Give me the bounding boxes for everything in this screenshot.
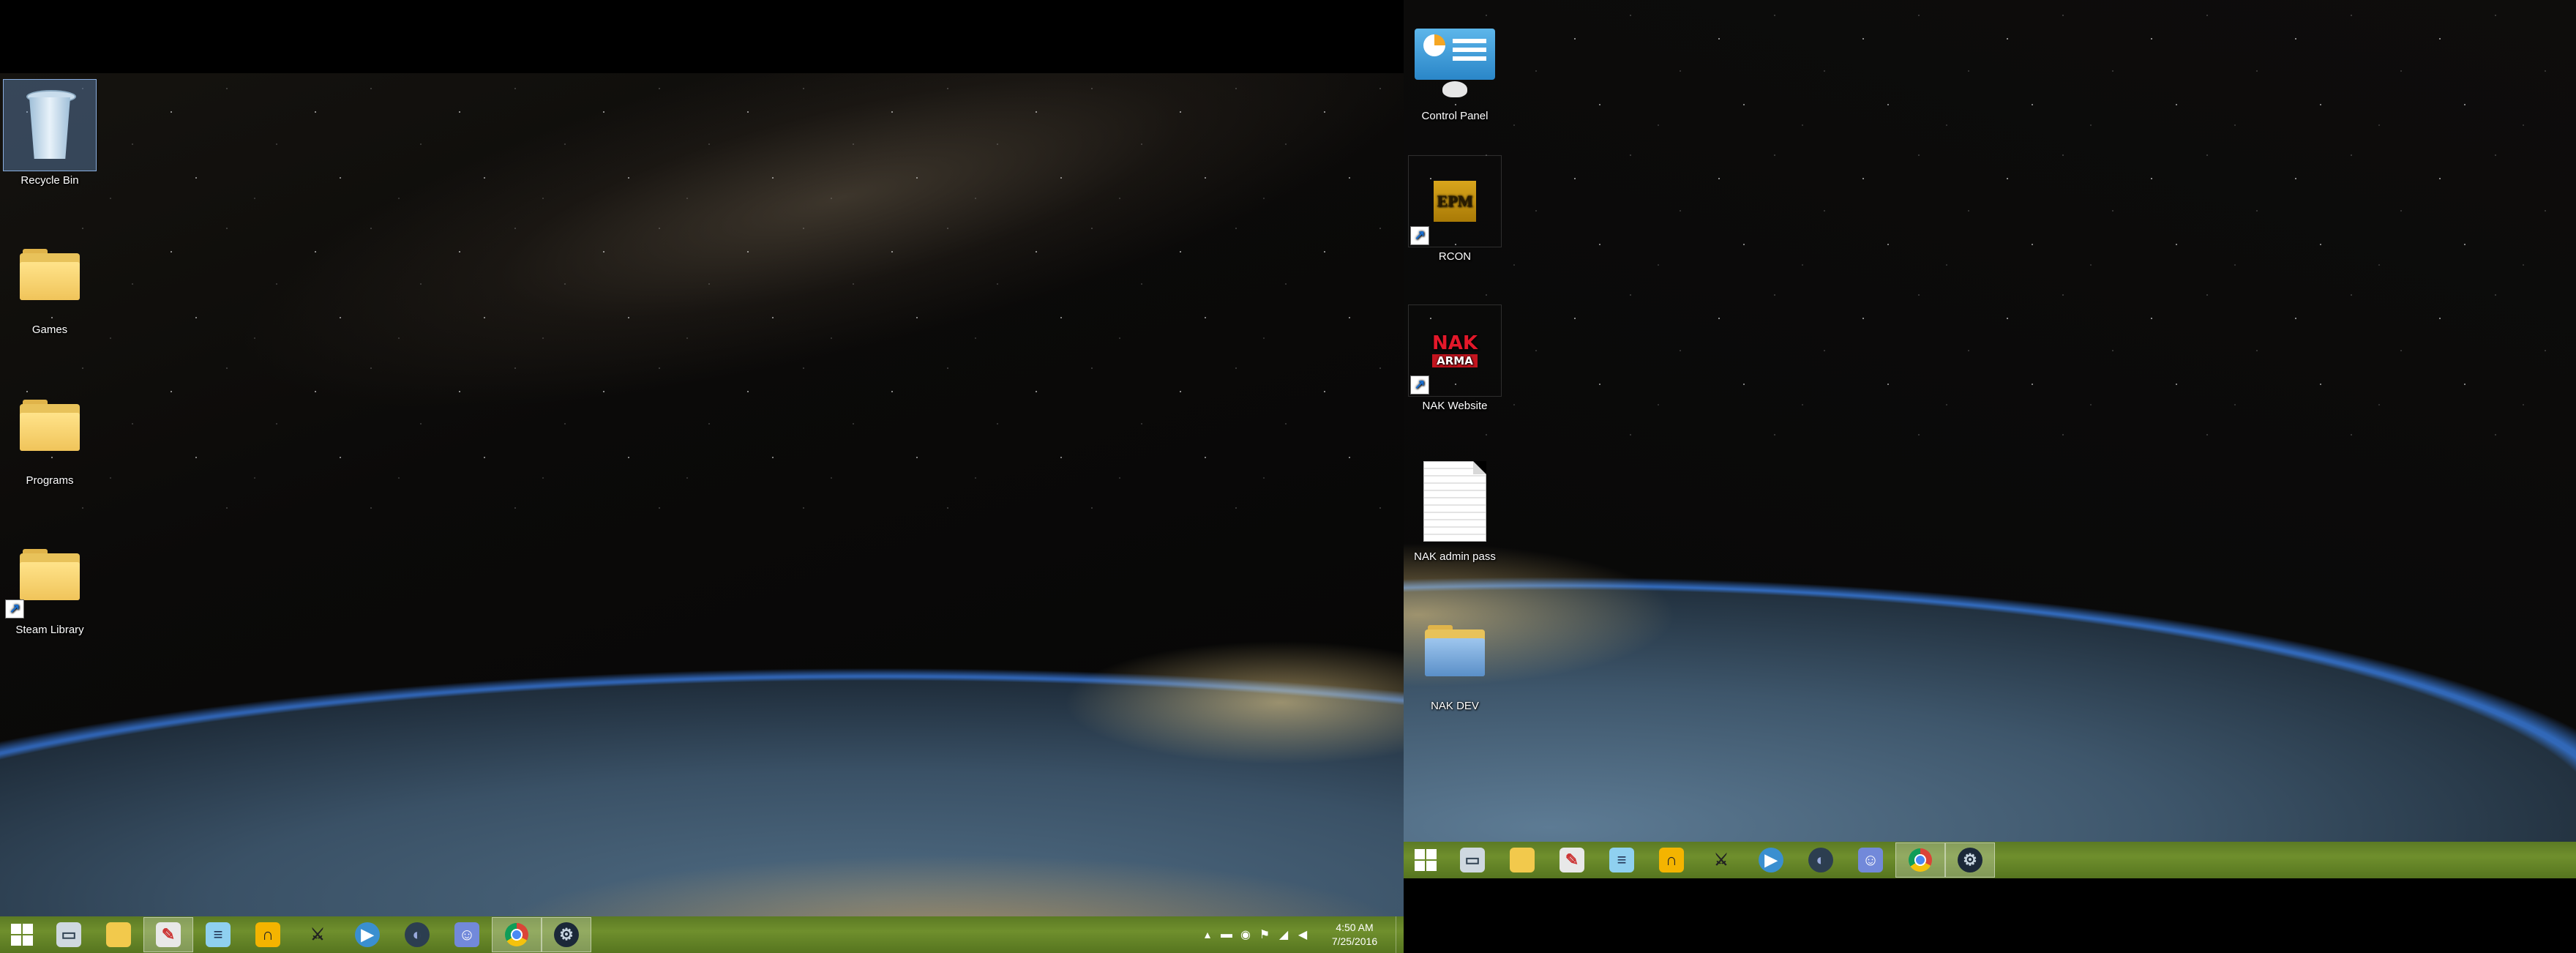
nak-dev-label: NAK DEV (1431, 700, 1479, 712)
taskbar-left: ▭ ✎ ≡ ∩ ⚔ ▶ ◐ ☺ ⚙ ▴ ▬ ◉ ⚑ ◢ ◀ 4:50 AM 7/… (0, 916, 1404, 953)
taskbar-chrome[interactable] (1895, 842, 1945, 878)
folder-icon (20, 249, 80, 300)
taskbar-steam[interactable]: ⚙ (542, 917, 591, 952)
starfield-wallpaper (1404, 0, 2576, 454)
taskbar-discord[interactable]: ☺ (1846, 842, 1895, 878)
nak-website-shortcut[interactable]: NAK ARMA ↗ NAK Website (1408, 304, 1502, 412)
programs-folder-label: Programs (26, 474, 74, 487)
discord-icon: ☺ (1858, 848, 1883, 872)
taskbar-app[interactable]: ◐ (1796, 842, 1846, 878)
taskbar-file-explorer[interactable] (94, 917, 143, 952)
taskbar-notepad[interactable]: ≡ (193, 917, 243, 952)
games-folder-label: Games (31, 324, 68, 336)
steam-icon: ⚙ (1958, 848, 1982, 872)
control-panel-icon (1415, 29, 1495, 99)
taskbar-this-pc[interactable]: ▭ (1448, 842, 1497, 878)
taskbar-steam[interactable]: ⚙ (1945, 842, 1995, 878)
starfield-wallpaper (0, 73, 1404, 527)
clock-time: 4:50 AM (1336, 922, 1374, 933)
paint-icon: ✎ (1560, 848, 1584, 872)
chrome-icon (1909, 848, 1932, 872)
taskbar-media-player[interactable]: ▶ (1746, 842, 1796, 878)
play-icon: ▶ (1759, 848, 1783, 872)
desktop-left-monitor[interactable] (0, 73, 1404, 953)
notepad-icon: ≡ (1609, 848, 1634, 872)
steam-icon: ⚙ (554, 922, 579, 947)
system-tray: ▴ ▬ ◉ ⚑ ◢ ◀ 4:50 AM 7/25/2016 (1198, 916, 1404, 953)
computer-icon: ▭ (1460, 848, 1485, 872)
recycle-bin[interactable]: Recycle Bin (3, 79, 97, 187)
taskbar-media-player[interactable]: ▶ (342, 917, 392, 952)
rcon-label: RCON (1438, 250, 1472, 263)
taskbar-discord[interactable]: ☺ (442, 917, 492, 952)
folder-icon (1510, 848, 1535, 872)
recycle-bin-label: Recycle Bin (20, 174, 79, 187)
shortcut-arrow-icon: ↗ (1410, 375, 1429, 395)
epm-rcon-icon: EPM (1434, 181, 1476, 222)
desktop-right-monitor[interactable] (1404, 0, 2576, 878)
start-button[interactable] (1404, 842, 1448, 878)
control-panel-label: Control Panel (1421, 110, 1489, 122)
text-document-icon (1423, 461, 1486, 542)
folder-icon (106, 922, 131, 947)
shortcut-arrow-icon: ↗ (5, 599, 24, 618)
taskbar-arma[interactable]: ⚔ (293, 917, 342, 952)
folder-icon (20, 400, 80, 451)
discord-icon: ☺ (454, 922, 479, 947)
clock[interactable]: 4:50 AM 7/25/2016 (1318, 921, 1391, 949)
computer-icon: ▭ (56, 922, 81, 947)
taskbar-paint[interactable]: ✎ (1547, 842, 1597, 878)
show-desktop-button[interactable] (1396, 916, 1404, 953)
swirl-icon: ◐ (405, 922, 430, 947)
clock-date: 7/25/2016 (1331, 935, 1378, 947)
flag-icon[interactable]: ⚑ (1255, 925, 1274, 944)
taskbar-right: ▭ ✎ ≡ ∩ ⚔ ▶ ◐ ☺ ⚙ (1404, 842, 2576, 878)
paint-icon: ✎ (156, 922, 181, 947)
steam-library-label: Steam Library (15, 624, 84, 636)
rcon-shortcut[interactable]: EPM ↗ RCON (1408, 155, 1502, 263)
recycle-bin-icon (25, 90, 76, 160)
nak-admin-pass-label: NAK admin pass (1414, 550, 1496, 563)
signal-icon[interactable]: ◢ (1274, 925, 1293, 944)
taskbar-arma[interactable]: ⚔ (1696, 842, 1746, 878)
soldier-icon: ⚔ (310, 925, 325, 943)
games-folder[interactable]: Games (3, 228, 97, 336)
start-button[interactable] (0, 917, 44, 952)
taskbar-teamspeak[interactable]: ∩ (243, 917, 293, 952)
nak-website-label: NAK Website (1422, 400, 1488, 412)
control-panel[interactable]: Control Panel (1408, 20, 1502, 122)
taskbar-file-explorer[interactable] (1497, 842, 1547, 878)
nak-admin-pass-file[interactable]: NAK admin pass (1408, 455, 1502, 563)
notepad-icon: ≡ (206, 922, 231, 947)
taskbar-paint[interactable]: ✎ (143, 917, 193, 952)
windows-logo-icon (1415, 849, 1437, 871)
folder-icon (1425, 625, 1485, 676)
shortcut-arrow-icon: ↗ (1410, 226, 1429, 245)
nak-website-icon: NAK ARMA (1431, 332, 1478, 367)
volume-icon[interactable]: ◀ (1293, 925, 1312, 944)
play-icon: ▶ (355, 922, 380, 947)
taskbar-chrome[interactable] (492, 917, 542, 952)
chrome-icon (505, 923, 528, 946)
folder-icon (20, 549, 80, 600)
steam-library-shortcut[interactable]: ↗ Steam Library (3, 528, 97, 636)
windows-logo-icon (11, 924, 33, 946)
steam-tray-icon[interactable]: ◉ (1236, 925, 1255, 944)
taskbar-notepad[interactable]: ≡ (1597, 842, 1647, 878)
network-adapter-icon[interactable]: ▬ (1217, 925, 1236, 944)
chevron-up-icon[interactable]: ▴ (1198, 925, 1217, 944)
swirl-icon: ◐ (1808, 848, 1833, 872)
soldier-icon: ⚔ (1714, 851, 1729, 869)
nak-dev-folder[interactable]: NAK DEV (1408, 605, 1502, 712)
taskbar-this-pc[interactable]: ▭ (44, 917, 94, 952)
headset-icon: ∩ (1659, 848, 1684, 872)
headset-icon: ∩ (255, 922, 280, 947)
taskbar-app[interactable]: ◐ (392, 917, 442, 952)
taskbar-teamspeak[interactable]: ∩ (1647, 842, 1696, 878)
programs-folder[interactable]: Programs (3, 379, 97, 487)
